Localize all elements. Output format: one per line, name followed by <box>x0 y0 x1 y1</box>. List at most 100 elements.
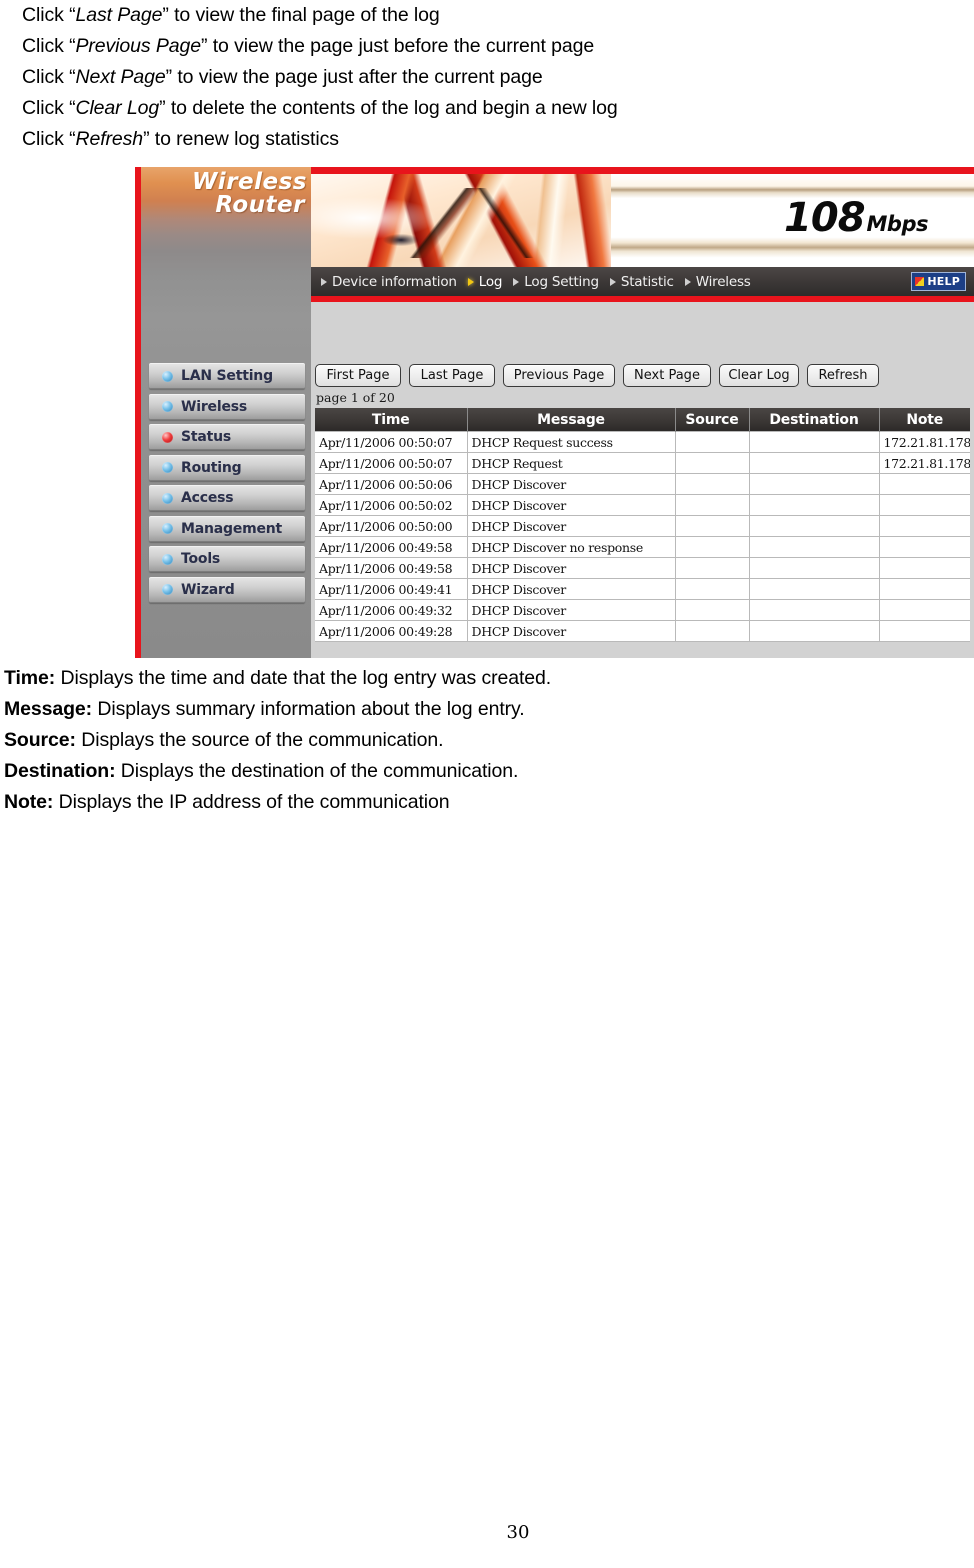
red-bullet-icon <box>162 431 173 443</box>
log-cell-destination <box>749 452 880 474</box>
instruction-suffix: ” to view the page just after the curren… <box>165 66 543 88</box>
log-cell-time: Apr/11/2006 00:49:58 <box>315 557 468 579</box>
log-cell-message: DHCP Discover <box>467 494 676 516</box>
log-cell-time: Apr/11/2006 00:50:00 <box>315 515 468 537</box>
nav-item-statistic[interactable]: Statistic <box>609 274 674 290</box>
nav-item-device-information[interactable]: Device information <box>321 274 457 290</box>
nav-item-label: Log Setting <box>524 273 599 290</box>
log-table-body: Apr/11/2006 00:50:07 DHCP Request success… <box>315 431 970 642</box>
definition-text: Displays the time and date that the log … <box>55 667 552 689</box>
sidebar-item-wizard[interactable]: Wizard <box>149 576 305 603</box>
table-row: Apr/11/2006 00:49:58 DHCP Discover no res… <box>315 536 970 558</box>
sidebar-item-routing[interactable]: Routing <box>149 454 305 481</box>
log-cell-note <box>879 473 970 495</box>
field-definitions: Time: Displays the time and date that th… <box>4 663 944 818</box>
log-cell-source <box>675 578 750 600</box>
table-row: Apr/11/2006 00:49:41 DHCP Discover <box>315 578 970 600</box>
log-table-header-row: Time Message Source Destination Note <box>315 408 970 432</box>
nav-item-wireless[interactable]: Wireless <box>684 273 751 290</box>
sidebar-item-tools[interactable]: Tools <box>149 546 305 572</box>
table-row: Apr/11/2006 00:50:07 DHCP Request success… <box>315 431 970 453</box>
log-cell-note <box>879 515 970 537</box>
log-cell-destination <box>749 473 880 495</box>
log-cell-message: DHCP Discover <box>467 515 676 537</box>
definition-line: Time: Displays the time and date that th… <box>4 663 944 694</box>
definition-line: Message: Displays summary information ab… <box>4 694 944 725</box>
speed-badge: 108Mbps <box>784 195 928 241</box>
definition-term: Source: <box>4 729 76 751</box>
log-cell-message: DHCP Request <box>467 452 676 474</box>
log-cell-source <box>675 557 750 579</box>
definition-term: Destination: <box>4 760 116 782</box>
blue-bullet-icon <box>162 401 173 412</box>
log-cell-note <box>879 599 970 621</box>
sidebar-item-access[interactable]: Access <box>149 485 305 511</box>
log-cell-destination <box>749 515 880 537</box>
nav-item-label: Wireless <box>695 273 751 290</box>
instruction-prefix: Click “ <box>22 66 76 88</box>
log-cell-message: DHCP Discover <box>467 473 676 495</box>
last-page-button[interactable]: Last Page <box>409 364 495 387</box>
log-cell-note: 172.21.81.178 <box>879 452 970 474</box>
instruction-emphasis: Next Page <box>75 66 166 88</box>
log-cell-destination <box>749 431 880 453</box>
log-cell-source <box>675 536 750 558</box>
log-cell-time: Apr/11/2006 00:50:07 <box>315 452 468 474</box>
banner-abstract-artwork <box>311 174 651 267</box>
router-web-ui-screenshot: Wireless Router LAN Setting Wireless Statu… <box>135 167 974 658</box>
table-row: Apr/11/2006 00:50:07 DHCP Request 172.21.8… <box>315 452 970 474</box>
nav-item-label: Device information <box>332 273 457 290</box>
log-cell-message: DHCP Discover <box>467 620 676 642</box>
definition-text: Displays the source of the communication… <box>75 729 444 751</box>
definition-line: Source: Displays the source of the commu… <box>4 725 944 756</box>
nav-item-log-setting[interactable]: Log Setting <box>513 274 599 290</box>
instruction-suffix: ” to view the final page of the log <box>162 4 440 26</box>
definition-text: Displays the destination of the communic… <box>115 760 519 782</box>
header-banner: 108Mbps <box>311 167 974 267</box>
arrow-right-active-icon <box>467 277 474 286</box>
definition-text: Displays the IP address of the communica… <box>53 791 450 813</box>
sidebar-item-label: Routing <box>181 459 242 476</box>
log-cell-message: DHCP Discover no response <box>467 536 676 558</box>
instruction-prefix: Click “ <box>22 97 76 119</box>
table-row: Apr/11/2006 00:49:28 DHCP Discover <box>315 620 970 642</box>
sidebar-item-wireless[interactable]: Wireless <box>149 393 305 420</box>
first-page-button[interactable]: First Page <box>315 364 401 387</box>
sidebar-item-status[interactable]: Status <box>149 424 305 450</box>
refresh-button[interactable]: Refresh <box>807 364 879 387</box>
nav-item-label: Log <box>478 273 503 290</box>
sidebar-item-label: Management <box>181 520 283 537</box>
instruction-emphasis: Previous Page <box>75 35 201 57</box>
left-red-rail <box>135 167 141 658</box>
blue-bullet-icon <box>162 584 173 595</box>
brand-logo: Wireless Router <box>151 171 307 217</box>
arrow-right-icon <box>684 277 691 286</box>
nav-item-log[interactable]: Log <box>467 273 503 290</box>
log-cell-message: DHCP Discover <box>467 557 676 579</box>
help-icon <box>915 277 925 286</box>
log-cell-note <box>879 578 970 600</box>
sidebar-item-label: Wizard <box>181 581 235 598</box>
main-panel: 108Mbps Device information Log Log Setting… <box>311 167 974 658</box>
log-cell-time: Apr/11/2006 00:49:41 <box>315 578 468 600</box>
log-cell-destination <box>749 494 880 516</box>
sidebar-item-management[interactable]: Management <box>149 515 305 542</box>
pagination-toolbar: First Page Last Page Previous Page Next Pag… <box>315 364 879 387</box>
blue-bullet-icon <box>162 553 173 565</box>
table-row: Apr/11/2006 00:50:06 DHCP Discover <box>315 473 970 495</box>
previous-page-button[interactable]: Previous Page <box>503 364 615 387</box>
top-navigation-bar: Device information Log Log Setting Statisti… <box>311 267 974 296</box>
blue-bullet-icon <box>162 462 173 473</box>
log-table: Time Message Source Destination Note Apr/11/… <box>315 408 970 642</box>
next-page-button[interactable]: Next Page <box>623 364 711 387</box>
instruction-line: Click “Refresh” to renew log statistics <box>22 124 952 155</box>
instruction-line: Click “Last Page” to view the final page… <box>22 0 952 31</box>
speed-value: 108 <box>784 195 865 241</box>
log-cell-time: Apr/11/2006 00:49:58 <box>315 536 468 558</box>
speed-unit: Mbps <box>866 212 929 236</box>
clear-log-button[interactable]: Clear Log <box>719 364 799 387</box>
help-button[interactable]: HELP <box>911 272 966 291</box>
page-number: 30 <box>506 1522 530 1543</box>
sidebar-item-label: Status <box>181 429 232 445</box>
sidebar-item-lan-setting[interactable]: LAN Setting <box>149 363 305 389</box>
